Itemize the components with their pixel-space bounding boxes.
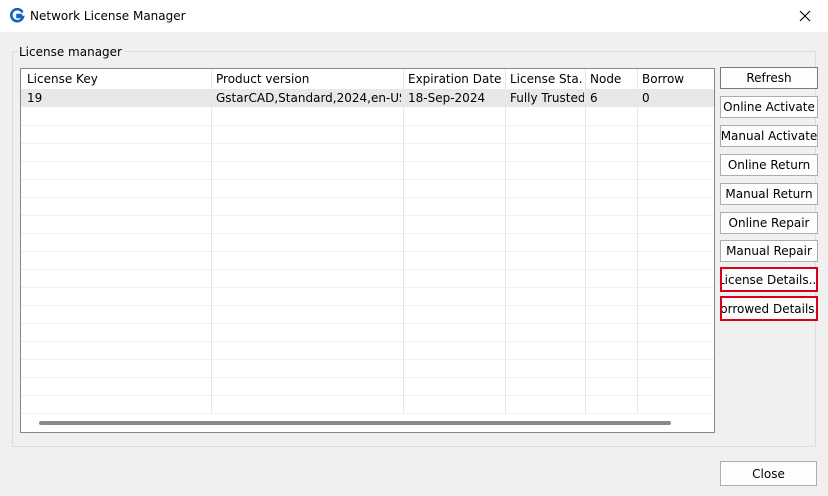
row-gridline — [21, 143, 714, 144]
close-icon[interactable] — [782, 0, 828, 32]
column-separator — [637, 69, 638, 414]
license-details-button[interactable]: License Details... — [720, 267, 818, 292]
row-gridline — [21, 179, 714, 180]
row-gridline — [21, 233, 714, 234]
column-header-expiration-date[interactable]: Expiration Date — [408, 72, 502, 86]
cell-borrow: 0 — [642, 91, 650, 105]
cell-node: 6 — [590, 91, 598, 105]
row-gridline — [21, 395, 714, 396]
license-table[interactable]: License Key Product version Expiration D… — [20, 68, 715, 433]
close-button[interactable]: Close — [720, 461, 817, 486]
column-header-borrow[interactable]: Borrow — [642, 72, 712, 86]
horizontal-scrollbar[interactable] — [21, 414, 714, 432]
online-return-button[interactable]: Online Return — [720, 154, 818, 176]
cell-license-key: 19 — [27, 91, 43, 105]
manual-activate-button[interactable]: Manual Activate — [720, 125, 818, 147]
title-bar: Network License Manager — [0, 0, 828, 32]
refresh-button[interactable]: Refresh — [720, 67, 818, 89]
cell-product-version: GstarCAD,Standard,2024,en-US;... — [216, 91, 401, 105]
row-gridline — [21, 161, 714, 162]
row-gridline — [21, 197, 714, 198]
group-label: License manager — [17, 45, 124, 59]
column-header-license-key[interactable]: License Key — [27, 72, 207, 86]
manual-return-button[interactable]: Manual Return — [720, 183, 818, 205]
row-gridline — [21, 251, 714, 252]
column-header-node[interactable]: Node — [590, 72, 634, 86]
row-gridline — [21, 341, 714, 342]
column-separator — [403, 69, 404, 414]
column-separator — [505, 69, 506, 414]
row-gridline — [21, 215, 714, 216]
cell-expiration-date: 18-Sep-2024 — [408, 91, 486, 105]
scrollbar-thumb[interactable] — [39, 421, 671, 425]
gstarcad-logo-icon — [9, 7, 25, 24]
column-separator — [585, 69, 586, 414]
column-separator — [211, 69, 212, 414]
row-gridline — [21, 377, 714, 378]
borrowed-details-button[interactable]: Borrowed Details... — [720, 296, 818, 321]
manual-repair-button[interactable]: Manual Repair — [720, 240, 818, 262]
window-title: Network License Manager — [30, 9, 186, 23]
column-header-license-status[interactable]: License Sta... — [510, 72, 582, 86]
row-gridline — [21, 125, 714, 126]
online-repair-button[interactable]: Online Repair — [720, 212, 818, 234]
row-gridline — [21, 287, 714, 288]
cell-license-status: Fully Trusted — [510, 91, 584, 105]
online-activate-button[interactable]: Online Activate — [720, 96, 818, 118]
row-gridline — [21, 323, 714, 324]
column-header-product-version[interactable]: Product version — [216, 72, 399, 86]
row-gridline — [21, 305, 714, 306]
row-gridline — [21, 359, 714, 360]
row-gridline — [21, 269, 714, 270]
